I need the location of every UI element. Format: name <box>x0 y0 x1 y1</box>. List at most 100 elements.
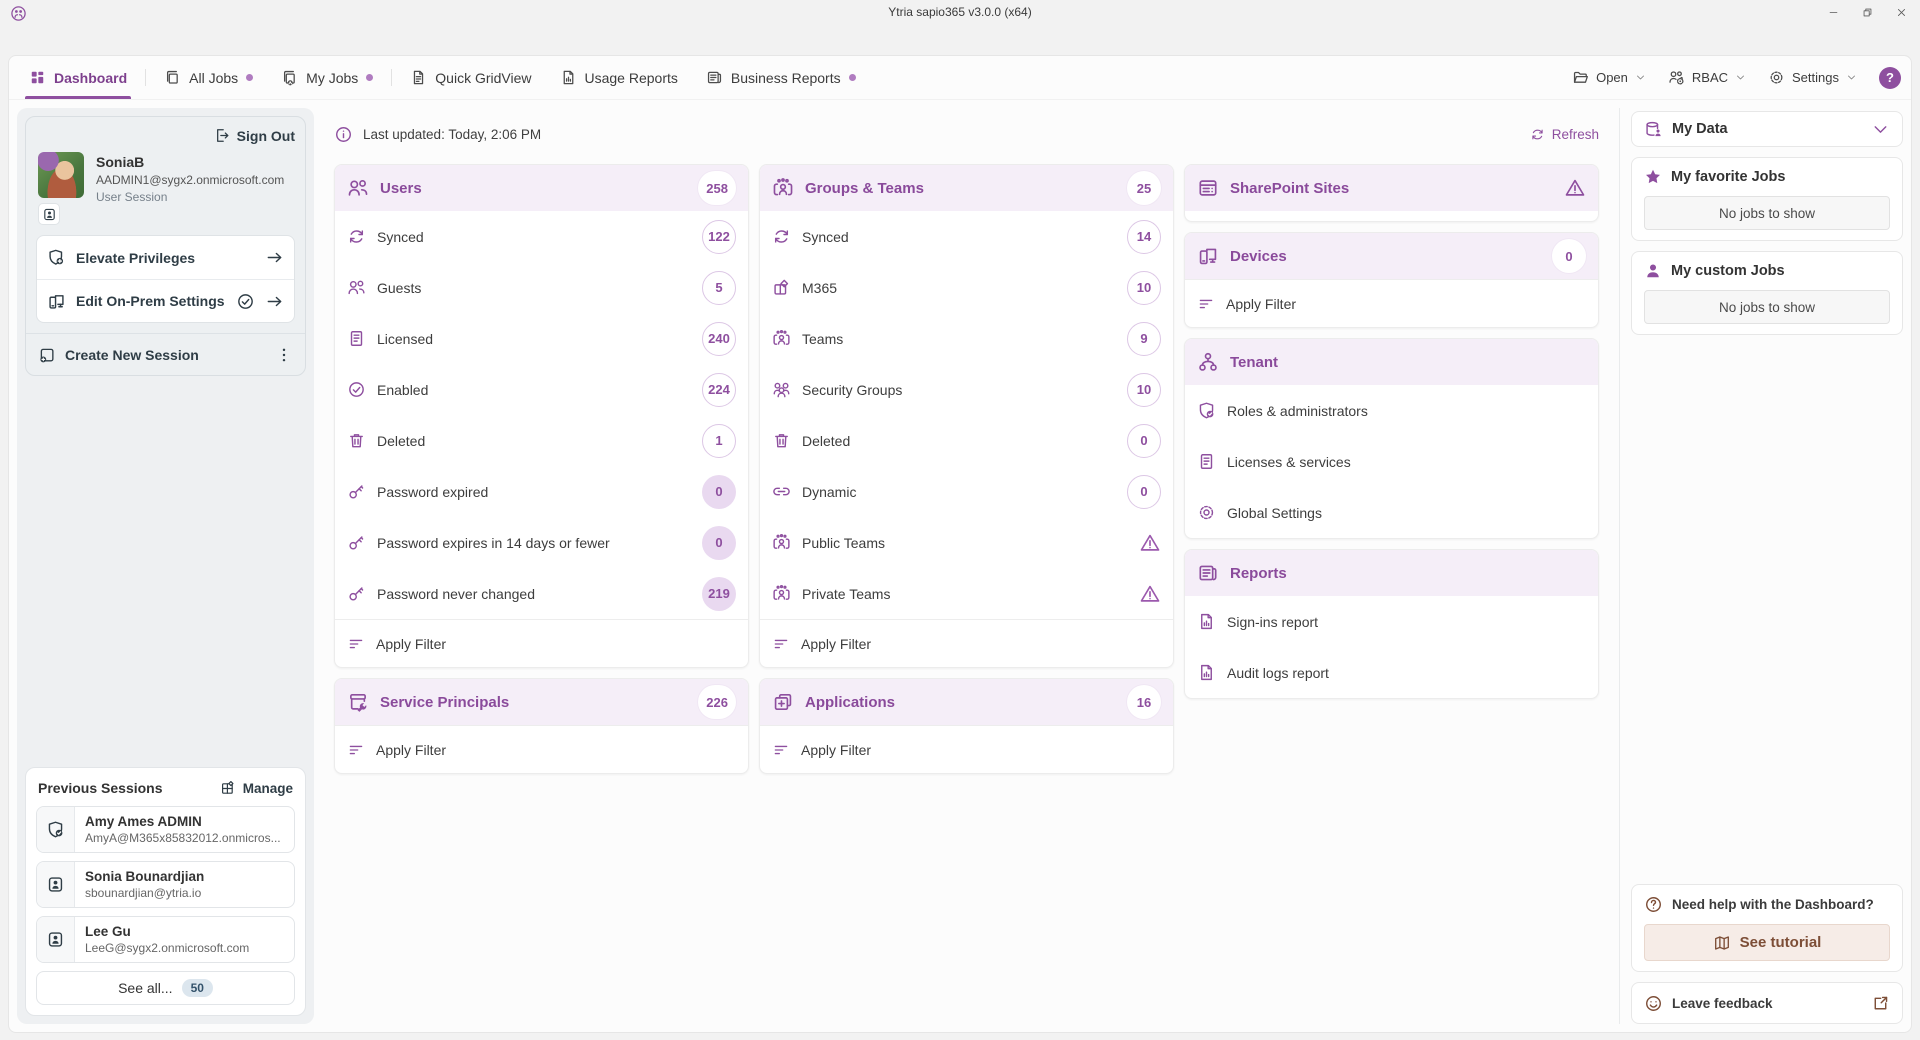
sign-out-label: Sign Out <box>237 128 295 144</box>
row-private-teams[interactable]: Private Teams <box>760 568 1173 619</box>
row-deleted[interactable]: Deleted1 <box>335 415 748 466</box>
leave-feedback-button[interactable]: Leave feedback <box>1631 982 1903 1024</box>
manage-label: Manage <box>243 781 293 796</box>
card-title: Applications <box>805 694 1116 711</box>
card-header-applications[interactable]: Applications16 <box>760 679 1173 725</box>
card-header-devices[interactable]: Devices0 <box>1185 233 1598 279</box>
chevron-down-icon <box>1846 72 1857 83</box>
rbac-menu-button[interactable]: RBAC <box>1668 69 1746 86</box>
settings-menu-button[interactable]: Settings <box>1768 69 1857 86</box>
my-data-header[interactable]: My Data <box>1631 111 1903 147</box>
row-m365[interactable]: M36510 <box>760 262 1173 313</box>
apply-filter-service-principals[interactable]: Apply Filter <box>335 725 748 773</box>
row-password-expired[interactable]: Password expired0 <box>335 466 748 517</box>
help-button[interactable]: ? <box>1879 67 1901 89</box>
my-jobs-icon <box>281 69 298 86</box>
tab-my-jobs[interactable]: My Jobs <box>267 56 387 99</box>
row-teams[interactable]: Teams9 <box>760 313 1173 364</box>
sessions-count-badge: 50 <box>182 979 213 997</box>
previous-session-item[interactable]: Sonia Bounardjiansbounardjian@ytria.io <box>36 861 295 908</box>
row-synced[interactable]: Synced14 <box>760 211 1173 262</box>
tab-quick-gridview[interactable]: Quick GridView <box>396 56 545 99</box>
card-header-reports[interactable]: Reports <box>1185 550 1598 596</box>
row-dynamic[interactable]: Dynamic0 <box>760 466 1173 517</box>
sign-out-button[interactable]: Sign Out <box>213 127 295 144</box>
previous-session-item[interactable]: Amy Ames ADMINAmyA@M365x85832012.onmicro… <box>36 806 295 853</box>
popout-icon[interactable] <box>1871 994 1890 1013</box>
action-label: Elevate Privileges <box>76 250 255 266</box>
job-card-title: My favorite Jobs <box>1671 169 1785 185</box>
card-title: Service Principals <box>380 694 687 711</box>
minimize-button[interactable] <box>1820 2 1846 22</box>
doc-lines-icon <box>1197 452 1216 471</box>
restore-button[interactable] <box>1854 2 1880 22</box>
filter-icon <box>772 741 790 759</box>
apply-filter-users[interactable]: Apply Filter <box>335 619 748 667</box>
person-filled-icon <box>1644 262 1662 280</box>
row-password-never-changed[interactable]: Password never changed219 <box>335 568 748 619</box>
tab-usage-reports[interactable]: Usage Reports <box>546 56 692 99</box>
card-header-users[interactable]: Users258 <box>335 165 748 211</box>
row-audit-logs-report[interactable]: Audit logs report <box>1185 647 1598 698</box>
card-tenant: Tenant Roles & administratorsLicenses & s… <box>1184 338 1599 539</box>
apply-filter-label: Apply Filter <box>1226 296 1296 312</box>
card-header-tenant[interactable]: Tenant <box>1185 339 1598 385</box>
card-header-service-principals[interactable]: Service Principals226 <box>335 679 748 725</box>
apply-filter-label: Apply Filter <box>376 742 446 758</box>
row-count-badge: 14 <box>1127 220 1161 254</box>
row-security-groups[interactable]: Security Groups10 <box>760 364 1173 415</box>
card-title: Tenant <box>1230 354 1586 371</box>
apply-filter-groups-teams[interactable]: Apply Filter <box>760 619 1173 667</box>
close-button[interactable] <box>1888 2 1914 22</box>
previous-sessions-title: Previous Sessions <box>38 780 220 796</box>
card-header-sharepoint-sites[interactable]: SharePoint Sites <box>1185 165 1598 211</box>
row-roles-administrators[interactable]: Roles & administrators <box>1185 385 1598 436</box>
warning-icon <box>1564 177 1586 199</box>
link-icon <box>772 482 791 501</box>
apply-filter-label: Apply Filter <box>376 636 446 652</box>
create-new-session-button[interactable]: Create New Session <box>26 333 305 375</box>
tab-dashboard[interactable]: Dashboard <box>15 56 141 99</box>
key-icon <box>347 533 366 552</box>
tab-all-jobs[interactable]: All Jobs <box>150 56 267 99</box>
chevron-down-icon <box>1635 72 1646 83</box>
row-global-settings[interactable]: Global Settings <box>1185 487 1598 538</box>
news-icon <box>706 69 723 86</box>
row-password-expires-in-14-days-or-fewer[interactable]: Password expires in 14 days or fewer0 <box>335 517 748 568</box>
edit-on-prem-settings-button[interactable]: Edit On-Prem Settings <box>37 279 294 322</box>
row-guests[interactable]: Guests5 <box>335 262 748 313</box>
row-label: Password never changed <box>377 586 691 602</box>
tab-business-reports[interactable]: Business Reports <box>692 56 870 99</box>
row-sign-ins-report[interactable]: Sign-ins report <box>1185 596 1598 647</box>
refresh-button[interactable]: Refresh <box>1530 127 1599 142</box>
unread-dot <box>246 74 253 81</box>
person-badge-icon <box>46 875 65 894</box>
card-title: Devices <box>1230 248 1541 265</box>
row-licensed[interactable]: Licensed240 <box>335 313 748 364</box>
apply-filter-applications[interactable]: Apply Filter <box>760 725 1173 773</box>
session-email: sbounardjian@ytria.io <box>85 886 204 900</box>
row-label: Audit logs report <box>1227 665 1586 681</box>
kebab-menu-icon[interactable] <box>275 346 293 364</box>
card-my-favorite-jobs: My favorite JobsNo jobs to show <box>1631 157 1903 241</box>
apply-filter-devices[interactable]: Apply Filter <box>1185 279 1598 327</box>
row-deleted[interactable]: Deleted0 <box>760 415 1173 466</box>
row-licenses-services[interactable]: Licenses & services <box>1185 436 1598 487</box>
action-label: Edit On-Prem Settings <box>76 293 226 309</box>
card-header-groups-teams[interactable]: Groups & Teams25 <box>760 165 1173 211</box>
row-synced[interactable]: Synced122 <box>335 211 748 262</box>
chevron-down-icon[interactable] <box>1871 120 1890 139</box>
info-icon[interactable] <box>334 125 353 144</box>
see-all-sessions-button[interactable]: See all... 50 <box>36 971 295 1005</box>
refresh-icon <box>1530 127 1545 142</box>
see-tutorial-button[interactable]: See tutorial <box>1644 924 1890 961</box>
row-label: Sign-ins report <box>1227 614 1586 630</box>
leave-feedback-label: Leave feedback <box>1672 996 1862 1011</box>
open-menu-button[interactable]: Open <box>1572 69 1646 86</box>
manage-sessions-button[interactable]: Manage <box>220 780 293 796</box>
elevate-privileges-button[interactable]: Elevate Privileges <box>37 236 294 279</box>
previous-session-item[interactable]: Lee GuLeeG@sygx2.onmicrosoft.com <box>36 916 295 963</box>
row-public-teams[interactable]: Public Teams <box>760 517 1173 568</box>
card-title: Users <box>380 180 687 197</box>
row-enabled[interactable]: Enabled224 <box>335 364 748 415</box>
